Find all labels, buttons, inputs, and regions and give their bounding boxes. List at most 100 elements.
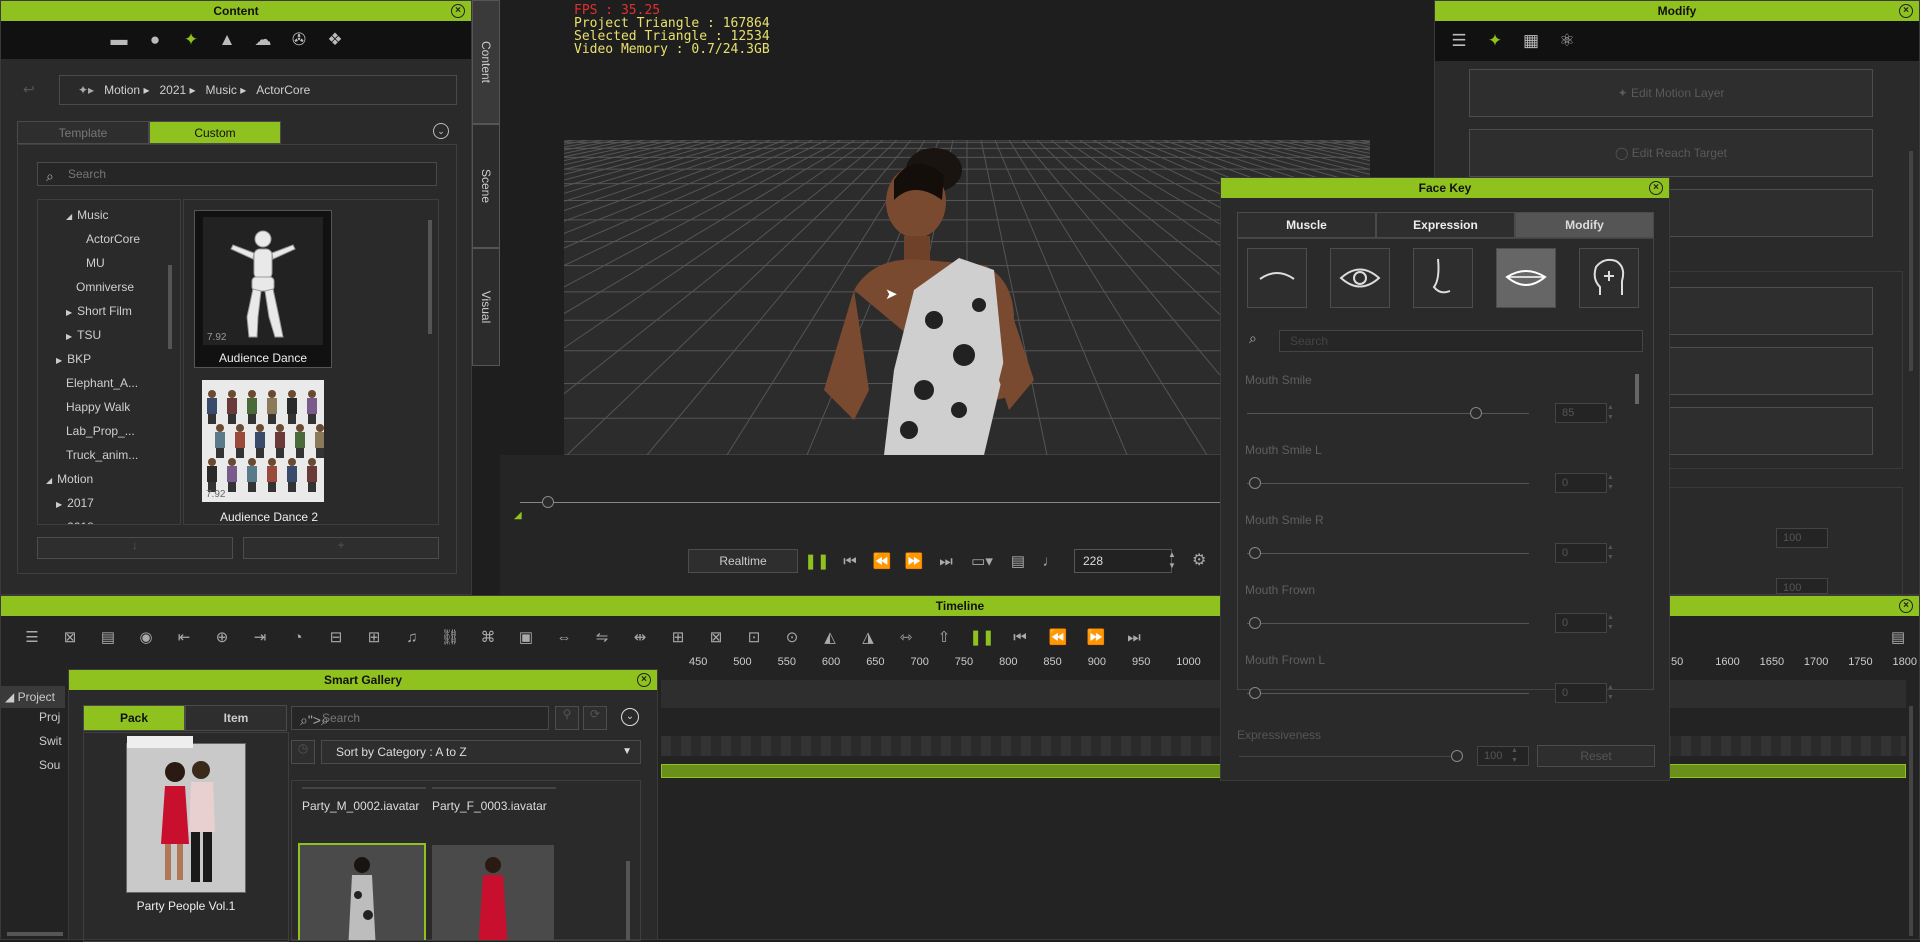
morph-slider-stepper-icon[interactable]: ▲ ▼ [1607,543,1614,563]
face-key-close-icon[interactable]: × [1649,181,1663,195]
gallery-item-label[interactable]: Party_F_0003.iavatar [432,799,547,813]
gallery-item-label[interactable]: Party_M_0002.iavatar [302,799,419,813]
sort-dropdown[interactable]: Sort by Category : A to Z ▼ [321,740,641,764]
morph-slider-value[interactable]: 85 [1555,403,1607,423]
morph-slider-knob[interactable] [1249,477,1261,489]
scrub-knob[interactable] [542,496,554,508]
expand-icon[interactable]: ⇋ [583,628,621,646]
skip-end-icon[interactable]: ⏭ [930,553,962,570]
break-icon[interactable]: ⊞ [355,628,393,646]
expanded-arrow-icon[interactable]: ◢ [46,476,52,485]
history-icon[interactable]: ◷ [291,740,315,764]
film-reel-icon[interactable]: ✇ [281,30,317,50]
tree-item[interactable]: MU [86,256,105,270]
collapsed-arrow-icon[interactable]: ▶ [66,332,72,341]
tab-template[interactable]: Template [17,121,149,144]
flatten-icon[interactable]: ⊡ [735,628,773,646]
timeline-pause-icon[interactable]: ❚❚ [963,628,1001,646]
face-key-search-input[interactable]: Search [1279,330,1643,352]
mouth-icon[interactable] [1496,248,1556,308]
timeline-skip-start-icon[interactable]: ⏮ [1001,629,1039,646]
tree-item[interactable]: Happy Walk [66,400,130,414]
unlink-icon[interactable]: ⌘ [469,628,507,646]
settings-gear-icon[interactable]: ⚙ [1192,550,1206,570]
morph-slider-stepper-icon[interactable]: ▲ ▼ [1607,403,1614,423]
fit-icon[interactable]: ⇹ [621,628,659,646]
expressiveness-value[interactable]: 100 [1477,746,1529,766]
morph-slider-value[interactable]: 0 [1555,473,1607,493]
head-add-icon[interactable] [1579,248,1639,308]
link-icon[interactable]: ⛓ [431,628,469,646]
zoom-icon[interactable]: ⊙ [773,628,811,646]
side-tab-content[interactable]: Content [472,0,500,124]
morph-slider-knob[interactable] [1249,687,1261,699]
morph-slider-track[interactable] [1247,623,1529,624]
content-item[interactable]: 7.92 [202,380,324,502]
tree-item[interactable]: ▶ Short Film [66,304,132,318]
tab-pack[interactable]: Pack [83,705,185,731]
content-menu-icon[interactable]: ⌄ [433,123,449,139]
fast-forward-icon[interactable]: ⏩ [898,552,930,570]
split-icon[interactable]: ⊟ [317,628,355,646]
gallery-item[interactable] [432,845,554,940]
motion-icon[interactable]: ✦ [173,30,209,50]
frame-stepper-icon[interactable]: ▲ ▼ [1168,549,1176,571]
align-right-icon[interactable]: ⇥ [241,628,279,646]
breadcrumb-item[interactable]: ActorCore [256,83,310,97]
collapsed-arrow-icon[interactable]: ▶ [56,524,62,525]
morph-slider-track[interactable] [1247,413,1529,414]
track-row[interactable]: Swit [1,734,62,748]
timeline-rewind-icon[interactable]: ⏪ [1039,628,1077,646]
pack-card[interactable] [126,736,246,893]
timeline-close-icon[interactable]: × [1899,599,1913,613]
timeline-forward-icon[interactable]: ⏩ [1077,628,1115,646]
modify-value-field[interactable]: 100 [1776,578,1828,594]
skip-start-icon[interactable]: ⏮ [834,553,866,570]
reset-button[interactable]: Reset [1537,745,1655,767]
morph-slider-track[interactable] [1247,693,1529,694]
collapsed-arrow-icon[interactable]: ▶ [56,500,62,509]
clip-icon[interactable]: ▤ [89,628,127,646]
fit-range-icon[interactable]: ⇿ [887,628,925,646]
music-note-icon[interactable]: ♩ [1034,553,1066,570]
remove-key-icon[interactable]: ⊠ [697,628,735,646]
content-close-icon[interactable]: × [451,4,465,18]
tab-expression[interactable]: Expression [1376,212,1515,238]
timeline-scrollbar[interactable] [1909,706,1913,936]
tree-item[interactable]: ◢ Motion [46,472,93,486]
morph-slider-knob[interactable] [1249,617,1261,629]
edit-motion-layer-button[interactable]: ✦ Edit Motion Layer [1469,69,1873,117]
expanded-arrow-icon[interactable]: ◢ [66,212,72,221]
morph-slider-knob[interactable] [1249,547,1261,559]
tree-item[interactable]: ▶ BKP [56,352,91,366]
sliders-icon[interactable]: ☰ [1441,31,1477,51]
mark-out-icon[interactable]: ◮ [849,628,887,646]
tree-item[interactable]: Omniverse [76,280,134,294]
gift-icon[interactable]: ❖ [317,30,353,50]
audio-icon[interactable]: ♫ [393,629,431,646]
morph-slider-knob[interactable] [1470,407,1483,419]
gallery-scrollbar[interactable] [626,861,630,940]
tree-scrollbar[interactable] [168,265,172,349]
content-search-input[interactable]: ⌕ Search [37,162,437,186]
key-icon[interactable]: ⊠ [51,628,89,646]
morph-slider-stepper-icon[interactable]: ▲ ▼ [1607,683,1614,703]
track-row[interactable]: Sou [1,758,60,772]
expressiveness-knob[interactable] [1451,750,1463,762]
morph-slider-track[interactable] [1247,553,1529,554]
back-icon[interactable]: ↩ [23,81,35,98]
morph-slider-stepper-icon[interactable]: ▲ ▼ [1607,613,1614,633]
cloud-icon[interactable]: ☁ [245,30,281,50]
export-icon[interactable]: ⇧ [925,628,963,646]
items-scrollbar[interactable] [428,220,432,334]
side-tab-scene[interactable]: Scene [472,124,500,248]
modify-scrollbar[interactable] [1909,151,1913,371]
track-row[interactable]: Proj [1,710,60,724]
morph-slider-track[interactable] [1247,483,1529,484]
expressiveness-stepper-icon[interactable]: ▲ ▼ [1511,746,1518,766]
breadcrumb-item[interactable]: Music ▸ [206,83,247,97]
side-tab-visual[interactable]: Visual [472,248,500,366]
sequence-icon[interactable]: ▣ [507,628,545,646]
tree-item[interactable]: ▶ TSU [66,328,101,342]
eyebrow-icon[interactable] [1247,248,1307,308]
